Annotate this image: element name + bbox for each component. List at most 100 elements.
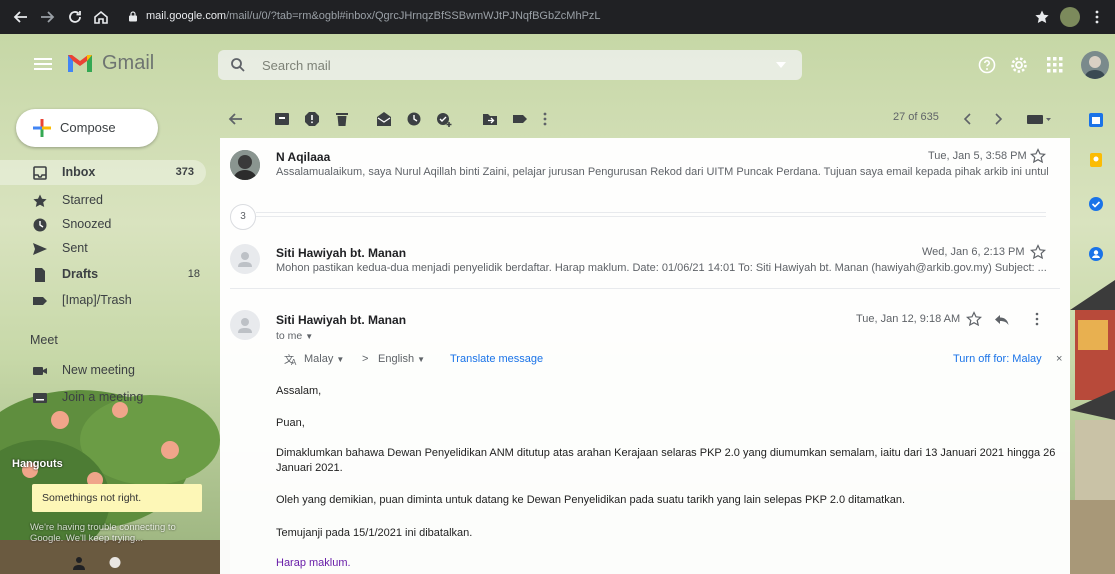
sidebar-item-label: [Imap]/Trash — [62, 293, 132, 307]
more-options-icon[interactable] — [542, 111, 548, 127]
person-icon[interactable] — [72, 556, 86, 570]
video-camera-icon — [32, 363, 48, 379]
message-sender[interactable]: N Aqilaaa — [276, 150, 330, 164]
target-language: English — [378, 353, 415, 365]
star-outline-icon[interactable] — [1030, 148, 1046, 164]
translate-icon: 文A — [284, 352, 298, 366]
keep-icon[interactable] — [1088, 152, 1104, 168]
search-bar[interactable] — [218, 50, 802, 80]
apps-grid-icon[interactable] — [1046, 56, 1064, 74]
app-name: Gmail — [102, 52, 155, 74]
label-tag-icon[interactable] — [512, 111, 528, 127]
message-more-icon[interactable] — [1034, 311, 1040, 327]
help-icon[interactable] — [978, 56, 996, 74]
sidebar-item-trash[interactable]: [Imap]/Trash — [0, 288, 212, 313]
report-spam-icon[interactable] — [304, 111, 320, 127]
profile-avatar[interactable] — [1060, 7, 1080, 27]
translate-bar: 文A Malay ▼ > English ▼ Translate message… — [278, 350, 1068, 370]
message-date: Tue, Jan 12, 9:18 AM — [856, 313, 961, 325]
message-body-line: Oleh yang demikian, puan diminta untuk d… — [276, 494, 906, 506]
message-sender[interactable]: Siti Hawiyah bt. Manan — [276, 313, 406, 327]
unread-count: 373 — [175, 166, 194, 178]
move-to-folder-icon[interactable] — [482, 111, 498, 127]
sidebar-item-drafts[interactable]: Drafts 18 — [0, 262, 212, 287]
chevron-left-icon[interactable] — [960, 111, 976, 127]
account-avatar[interactable] — [1081, 51, 1109, 79]
url-text: mail.google.com/mail/u/0/?tab=rm&ogbl#in… — [146, 10, 601, 22]
collapsed-divider — [256, 212, 1046, 213]
sidebar-item-inbox[interactable]: Inbox 373 — [0, 160, 206, 185]
address-bar[interactable]: mail.google.com/mail/u/0/?tab=rm&ogbl#in… — [120, 6, 1080, 28]
recipient-dropdown[interactable]: to me ▼ — [276, 330, 313, 342]
delete-trash-icon[interactable] — [334, 111, 350, 127]
chat-bubble-icon[interactable] — [108, 556, 122, 570]
add-to-tasks-icon[interactable] — [436, 111, 452, 127]
chevron-right-icon[interactable] — [990, 111, 1006, 127]
search-icon[interactable] — [230, 57, 246, 73]
collapsed-divider — [256, 216, 1046, 217]
gmail-header: Gmail — [0, 34, 1115, 98]
calendar-icon[interactable] — [1088, 112, 1104, 128]
bookmark-star-icon[interactable] — [1034, 9, 1050, 25]
message-toolbar: 27 of 635 — [218, 98, 1070, 138]
sidebar-item-label: Inbox — [62, 165, 96, 179]
tasks-icon[interactable] — [1088, 196, 1104, 212]
label-icon — [32, 293, 48, 309]
recipient-text: to me — [276, 330, 303, 342]
building-illustration — [1070, 270, 1115, 574]
settings-gear-icon[interactable] — [1010, 56, 1028, 74]
sidebar-item-new-meeting[interactable]: New meeting — [0, 358, 212, 383]
language-arrow: > — [362, 353, 369, 365]
lock-icon — [128, 11, 138, 22]
sender-avatar — [230, 244, 260, 274]
caret-down-icon: ▼ — [417, 355, 426, 364]
message-body-line: Puan, — [276, 417, 305, 429]
compose-label: Compose — [60, 120, 116, 135]
hamburger-menu-icon[interactable] — [34, 56, 52, 72]
message-body-line: Assalam, — [276, 385, 322, 397]
sender-avatar — [230, 150, 260, 180]
snooze-clock-icon[interactable] — [406, 111, 422, 127]
back-to-inbox-icon[interactable] — [228, 111, 244, 127]
file-icon — [32, 267, 48, 283]
target-language-select[interactable]: English ▼ — [378, 353, 425, 365]
browser-menu-icon[interactable] — [1094, 9, 1100, 25]
mark-unread-icon[interactable] — [376, 111, 392, 127]
contacts-icon[interactable] — [1088, 246, 1104, 262]
message-snippet[interactable]: Mohon pastikan kedua-dua menjadi penyeli… — [276, 262, 1048, 274]
search-input[interactable] — [262, 56, 742, 74]
reply-icon[interactable] — [994, 311, 1010, 327]
star-outline-icon[interactable] — [966, 311, 982, 327]
message-snippet[interactable]: Assalamualaikum, saya Nurul Aqillah bint… — [276, 166, 1048, 178]
search-options-icon[interactable] — [776, 62, 786, 68]
compose-button[interactable]: Compose — [16, 109, 158, 147]
turn-off-translate-link[interactable]: Turn off for: Malay — [953, 353, 1042, 365]
home-icon[interactable] — [92, 8, 110, 26]
inbox-icon — [32, 165, 48, 181]
message-body-line: Harap maklum. — [276, 557, 351, 569]
archive-icon[interactable] — [274, 111, 290, 127]
sidebar-item-join-meeting[interactable]: Join a meeting — [0, 385, 212, 410]
sidebar-item-starred[interactable]: Starred — [0, 188, 212, 213]
message-date: Tue, Jan 5, 3:58 PM — [928, 150, 1027, 162]
message-sender[interactable]: Siti Hawiyah bt. Manan — [276, 246, 406, 260]
svg-text:A: A — [291, 358, 297, 366]
forward-arrow-icon[interactable] — [38, 8, 56, 26]
hangouts-warning: Somethings not right. — [32, 484, 202, 512]
translate-message-link[interactable]: Translate message — [450, 353, 543, 365]
send-icon — [32, 241, 48, 257]
sidebar-item-snoozed[interactable]: Snoozed — [0, 212, 212, 237]
clock-icon — [32, 217, 48, 233]
star-icon — [32, 193, 48, 209]
input-tools-icon[interactable] — [1026, 111, 1052, 127]
close-icon[interactable]: × — [1056, 353, 1062, 365]
collapsed-messages-count[interactable]: 3 — [230, 204, 256, 230]
gmail-logo-icon[interactable] — [66, 52, 94, 74]
hangouts-section-title: Hangouts — [12, 458, 63, 470]
source-language-select[interactable]: Malay ▼ — [304, 353, 344, 365]
sidebar-item-sent[interactable]: Sent — [0, 236, 212, 261]
star-outline-icon[interactable] — [1030, 244, 1046, 260]
reading-pane: N Aqilaaa Tue, Jan 5, 3:58 PM Assalamual… — [220, 138, 1070, 574]
reload-icon[interactable] — [66, 8, 84, 26]
back-arrow-icon[interactable] — [12, 8, 30, 26]
